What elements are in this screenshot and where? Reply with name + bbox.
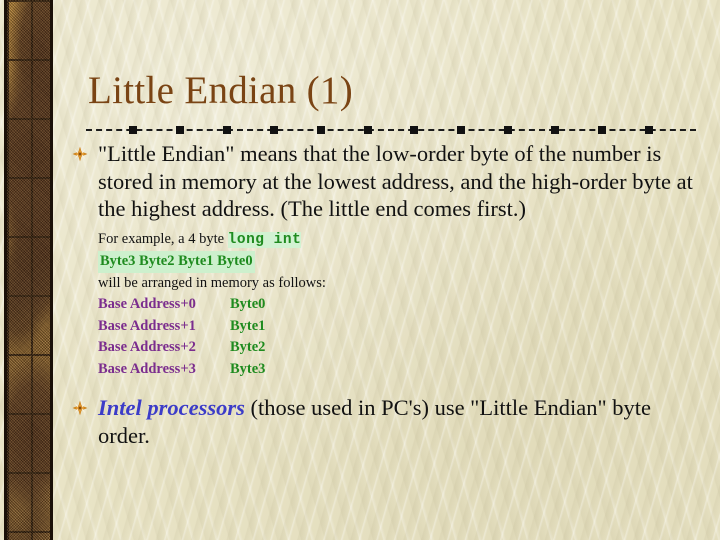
memory-map-address: Base Address+1 bbox=[98, 317, 196, 334]
byte-order-values: Byte3 Byte2 Byte1 Byte0 bbox=[98, 251, 255, 273]
bullet-text-definition: "Little Endian" means that the low-order… bbox=[98, 141, 693, 221]
divider-square-marker bbox=[270, 126, 278, 134]
divider-square-marker bbox=[410, 126, 418, 134]
divider-square-marker bbox=[223, 126, 231, 134]
divider-square-marker bbox=[645, 126, 653, 134]
divider-square-marker bbox=[504, 126, 512, 134]
memory-map-row: Base Address+0 Byte0 bbox=[98, 294, 702, 316]
bullet-text-intel: Intel processors (those used in PC's) us… bbox=[98, 394, 702, 449]
divider-square-marker bbox=[457, 126, 465, 134]
divider-square-marker bbox=[176, 126, 184, 134]
sub-detail-block: For example, a 4 byte long int Byte3 Byt… bbox=[66, 229, 702, 381]
brick-texture-sidebar bbox=[4, 0, 53, 540]
star-bullet-icon bbox=[72, 146, 88, 162]
long-int-code: long int bbox=[227, 231, 302, 248]
star-bullet-icon bbox=[72, 400, 88, 416]
memory-map-row: Base Address+1 Byte1 bbox=[98, 316, 702, 338]
divider-square-marker bbox=[129, 126, 137, 134]
memory-map-value: Byte2 bbox=[230, 339, 266, 355]
bullet-item-intel: Intel processors (those used in PC's) us… bbox=[66, 394, 702, 449]
page-title: Little Endian (1) bbox=[88, 69, 354, 112]
example-intro-prefix: For example, a 4 byte bbox=[98, 230, 228, 247]
arranged-line: will be arranged in memory as follows: bbox=[98, 274, 326, 291]
memory-map-value: Byte3 bbox=[230, 360, 266, 377]
slide-canvas: Little Endian (1) "Little Endian" means … bbox=[0, 0, 720, 540]
divider-square-marker bbox=[317, 126, 325, 134]
memory-map-value: Byte0 bbox=[230, 296, 266, 312]
memory-map-address: Base Address+2 bbox=[98, 339, 196, 355]
bullet-item-definition: "Little Endian" means that the low-order… bbox=[66, 140, 702, 223]
sidebar-speckle-overlay bbox=[7, 0, 50, 540]
divider-square-marker bbox=[598, 126, 606, 134]
memory-map-value: Byte1 bbox=[230, 317, 266, 334]
divider-square-marker bbox=[364, 126, 372, 134]
memory-map-address: Base Address+3 bbox=[98, 360, 196, 377]
dashed-square-divider bbox=[86, 126, 696, 135]
memory-map-address: Base Address+0 bbox=[98, 296, 196, 312]
slide-body: "Little Endian" means that the low-order… bbox=[66, 140, 702, 530]
memory-map-row: Base Address+3 Byte3 bbox=[98, 359, 702, 381]
intel-processors-emphasis: Intel processors bbox=[98, 395, 245, 420]
divider-square-marker bbox=[551, 126, 559, 134]
memory-map-row: Base Address+2 Byte2 bbox=[98, 337, 702, 359]
byte-order-row: Byte3 Byte2 Byte1 Byte0 bbox=[98, 251, 702, 273]
example-intro-line: For example, a 4 byte long int bbox=[98, 229, 702, 252]
